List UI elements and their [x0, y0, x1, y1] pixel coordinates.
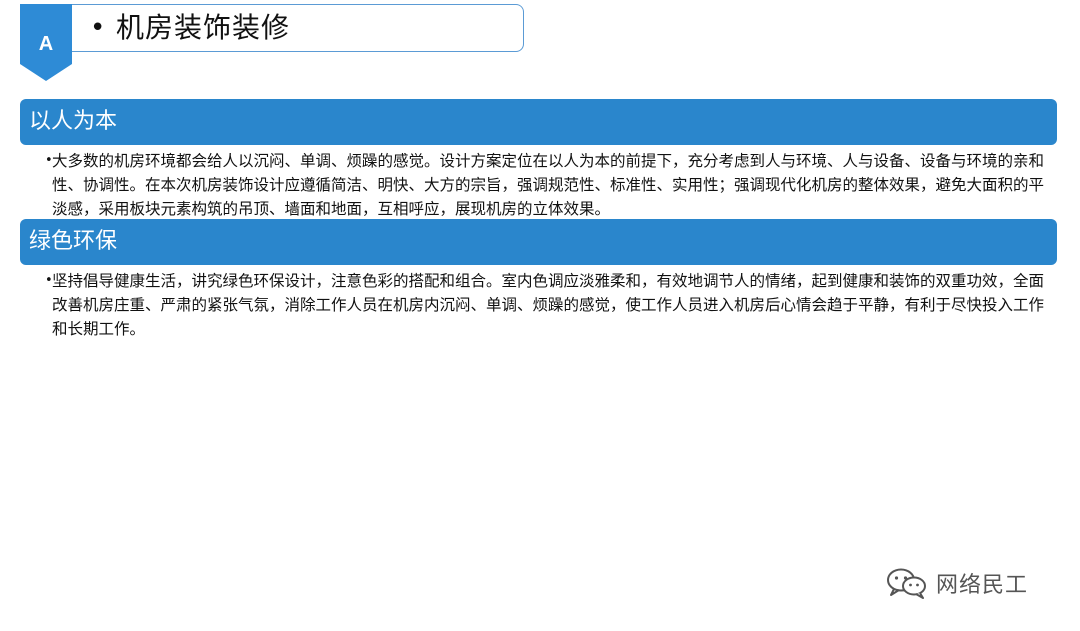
section-heading-text: 绿色环保: [29, 229, 118, 254]
title-bullet: •: [90, 13, 106, 43]
wechat-icon: [887, 568, 926, 599]
section-paragraph: 大多数的机房环境都会给人以沉闷、单调、烦躁的感觉。设计方案定位在以人为本的前提下…: [52, 152, 1045, 218]
list-bullet: •: [45, 273, 53, 288]
page-title-box: • 机房装饰装修: [72, 4, 524, 52]
watermark: 网络民工: [886, 566, 1028, 600]
section-heading-text: 以人为本: [29, 109, 118, 134]
section-body-green: • 坚持倡导健康生活，讲究绿色环保设计，注意色彩的搭配和组合。室内色调应淡雅柔和…: [45, 269, 1052, 341]
list-bullet: •: [45, 153, 53, 168]
page-title: 机房装饰装修: [116, 11, 291, 44]
section-heading-people-oriented: 以人为本: [20, 99, 1057, 145]
section-heading-green: 绿色环保: [20, 219, 1057, 265]
section-paragraph: 坚持倡导健康生活，讲究绿色环保设计，注意色彩的搭配和组合。室内色调应淡雅柔和，有…: [52, 272, 1045, 338]
watermark-text: 网络民工: [936, 573, 1029, 598]
section-body-people-oriented: • 大多数的机房环境都会给人以沉闷、单调、烦躁的感觉。设计方案定位在以人为本的前…: [45, 149, 1052, 221]
badge-letter: A: [38, 33, 54, 55]
section-badge: A: [20, 4, 72, 82]
